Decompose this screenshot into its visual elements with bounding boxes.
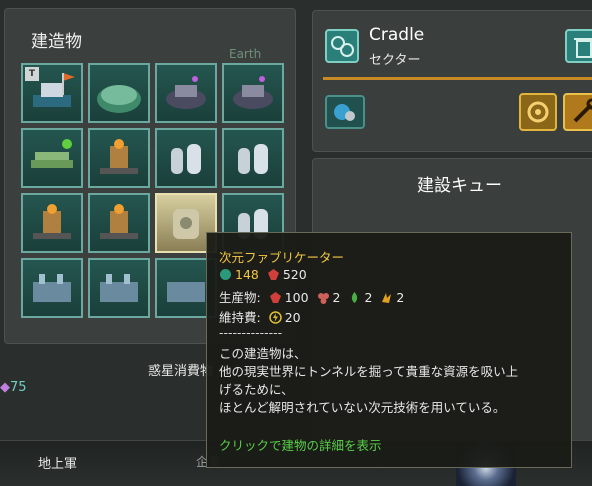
cost-minerals: 520 bbox=[282, 267, 307, 282]
automation-button[interactable] bbox=[519, 93, 557, 131]
sector-name: Cradle bbox=[369, 25, 425, 45]
alloys-icon bbox=[220, 269, 231, 280]
building-tile-factory-2[interactable] bbox=[222, 63, 284, 123]
minerals-icon bbox=[269, 292, 281, 303]
trash-button[interactable] bbox=[565, 29, 592, 63]
lab-building-icon bbox=[33, 204, 71, 239]
crystal-icon: ◆ bbox=[0, 380, 10, 395]
tooltip-description-line: この建造物は、 bbox=[219, 346, 307, 361]
sector-icon[interactable] bbox=[325, 29, 359, 63]
accent-divider bbox=[323, 77, 592, 80]
capital-building-icon bbox=[33, 73, 75, 107]
trash-icon bbox=[574, 38, 592, 58]
tooltip-title: 次元ファブリケーター bbox=[219, 250, 345, 265]
tooltip-description-line: ほとんど解明されていない次元技術を用いている。 bbox=[219, 400, 506, 415]
production-label: 生産物: bbox=[219, 290, 261, 305]
tab-ground-army[interactable]: 地上軍 bbox=[38, 453, 77, 472]
tooltip-details-link[interactable]: クリックで建物の詳細を表示 bbox=[219, 435, 382, 454]
resource-count: ◆75 bbox=[0, 380, 27, 395]
mine-building-icon bbox=[33, 274, 71, 302]
factory-building-icon bbox=[166, 76, 206, 109]
building-tile-factory-1[interactable] bbox=[155, 63, 217, 123]
mine-building-icon bbox=[100, 274, 138, 302]
cost-alloys: 148 bbox=[235, 267, 259, 282]
sector-focus-button[interactable] bbox=[325, 95, 365, 129]
lab-building-icon bbox=[100, 139, 138, 174]
building-tile-mine-2[interactable] bbox=[88, 258, 150, 318]
volatile-motes-icon bbox=[382, 293, 392, 303]
minerals-icon bbox=[267, 269, 279, 280]
lab-building-icon bbox=[100, 204, 138, 239]
rare-crystals-icon bbox=[317, 293, 329, 304]
buildings-title: 建造物 bbox=[31, 32, 82, 52]
tooltip-production: 生産物: 100 2 2 2 bbox=[219, 290, 405, 305]
exotic-gases-icon bbox=[352, 292, 358, 303]
wrench-icon bbox=[573, 98, 592, 123]
farm-building-icon bbox=[31, 139, 73, 168]
tooltip-separator: -------------- bbox=[219, 325, 283, 340]
dome-building-icon bbox=[97, 85, 141, 113]
building-tile-capital[interactable]: T bbox=[21, 63, 83, 123]
tooltip-description-line: 他の現実世界にトンネルを掘って貴重な資源を吸い上 bbox=[219, 364, 519, 379]
factory-building-icon bbox=[233, 76, 273, 109]
energy-icon bbox=[268, 311, 282, 324]
building-tooltip: 次元ファブリケーター 148 520 生産物: 100 2 2 2 維持費: 2… bbox=[206, 232, 572, 468]
earth-label: Earth bbox=[229, 47, 262, 61]
building-tile-farm[interactable] bbox=[21, 128, 83, 188]
tooltip-description-line: げるために、 bbox=[219, 382, 294, 397]
building-tile-silo-1[interactable] bbox=[155, 128, 217, 188]
globe-gear-icon bbox=[334, 104, 355, 121]
queue-title: 建設キュー bbox=[417, 176, 502, 196]
upkeep-label: 維持費: bbox=[219, 310, 261, 325]
cells-icon bbox=[331, 36, 354, 57]
sector-panel: Cradle セクター bbox=[312, 10, 592, 152]
tooltip-cost: 148 520 bbox=[219, 267, 307, 282]
building-tile-lab-2[interactable] bbox=[21, 193, 83, 253]
repair-button[interactable] bbox=[563, 93, 592, 131]
tooltip-upkeep: 維持費: 20 bbox=[219, 310, 301, 325]
silo-building-icon bbox=[171, 144, 201, 174]
building-tile-lab-3[interactable] bbox=[88, 193, 150, 253]
gear-cycle-icon bbox=[527, 101, 549, 123]
building-tile-silo-2[interactable] bbox=[222, 128, 284, 188]
building-tile-lab-1[interactable] bbox=[88, 128, 150, 188]
building-tile-mine-1[interactable] bbox=[21, 258, 83, 318]
sector-subtitle: セクター bbox=[369, 53, 421, 68]
building-tile-dome[interactable] bbox=[88, 63, 150, 123]
silo-building-icon bbox=[238, 144, 268, 174]
planet-consumption-label: 惑星消費物 bbox=[148, 364, 214, 379]
